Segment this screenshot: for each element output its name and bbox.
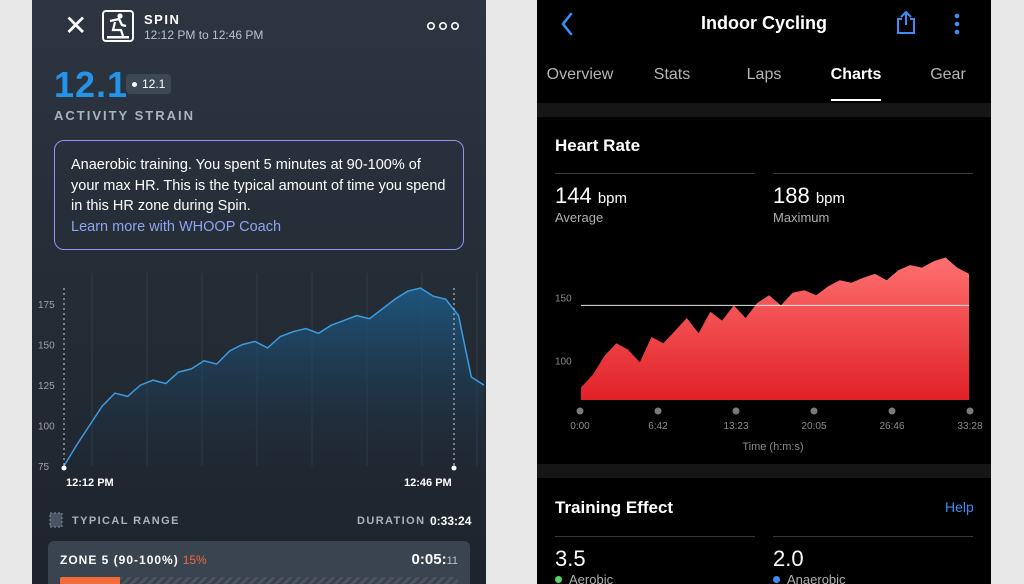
y-tick-label: 100 bbox=[555, 356, 572, 367]
garmin-screen: Indoor Cycling Overview Stats Laps Chart… bbox=[537, 0, 991, 584]
x-tick-dot bbox=[966, 407, 974, 415]
max-divider bbox=[773, 173, 973, 174]
y-tick-label: 150 bbox=[555, 293, 572, 304]
x-tick-dot bbox=[732, 407, 740, 415]
x-tick-label: 6:42 bbox=[648, 421, 668, 432]
training-effect-title: Training Effect bbox=[555, 498, 674, 517]
duration-value: 0:33:24 bbox=[430, 514, 472, 528]
max-hr-unit: bpm bbox=[815, 190, 846, 207]
typical-range-label: TYPICAL RANGE bbox=[72, 515, 180, 527]
avg-hr-unit: bpm bbox=[597, 190, 628, 207]
max-hr-label: Maximum bbox=[773, 210, 830, 225]
x-tick-label: 0:00 bbox=[570, 421, 590, 432]
active-tab-indicator bbox=[831, 99, 881, 101]
y-tick-label: 175 bbox=[38, 300, 55, 311]
divider bbox=[537, 464, 991, 478]
x-tick-label: 13:23 bbox=[723, 421, 748, 432]
hr-area bbox=[64, 288, 484, 466]
duration-label: DURATION bbox=[357, 515, 426, 527]
start-marker-dot bbox=[61, 465, 67, 471]
zone-label: ZONE 5 (90-100%) 15% bbox=[60, 553, 207, 567]
x-tick-dot bbox=[576, 407, 584, 415]
y-tick-label: 75 bbox=[38, 462, 50, 473]
bike-icon bbox=[102, 10, 134, 42]
zone-time-sub: 11 bbox=[446, 555, 458, 567]
x-tick-dot bbox=[810, 407, 818, 415]
heart-rate-area-chart: 150 100 0:00 6:42 13:23 20:05 26:46 33:28 Time (… bbox=[555, 257, 983, 453]
strain-label: ACTIVITY STRAIN bbox=[54, 108, 195, 123]
help-link[interactable]: Help bbox=[945, 499, 974, 515]
x-tick-label: 20:05 bbox=[801, 421, 826, 432]
typical-range-icon bbox=[49, 512, 63, 528]
x-axis-title: Time (h:m:s) bbox=[742, 441, 803, 453]
zone-name: ZONE 5 (90-100%) bbox=[60, 553, 179, 567]
strain-badge: 12.1 bbox=[126, 74, 172, 94]
tab-charts[interactable]: Charts bbox=[831, 66, 882, 84]
workout-title: SPIN bbox=[144, 12, 181, 27]
anaerobic-dot bbox=[773, 576, 780, 583]
strain-value: 12.1 bbox=[54, 64, 129, 105]
aerobic-divider bbox=[555, 536, 755, 537]
page-title: Indoor Cycling bbox=[701, 13, 827, 33]
zone-time: 0:05:11 bbox=[412, 551, 458, 568]
share-icon[interactable] bbox=[895, 10, 917, 36]
hr-area bbox=[581, 257, 969, 400]
x-tick-label: 33:28 bbox=[957, 421, 982, 432]
divider bbox=[537, 103, 991, 117]
avg-hr-label: Average bbox=[555, 210, 604, 225]
aerobic-label: Aerobic bbox=[569, 572, 614, 584]
y-tick-label: 125 bbox=[38, 381, 55, 392]
avg-hr-value: 144 bbox=[555, 183, 592, 208]
x-tick-dot bbox=[888, 407, 896, 415]
zone-percent: 15% bbox=[182, 553, 207, 567]
avg-hr: 144 bpm bbox=[555, 183, 627, 209]
zone-progress-fill bbox=[60, 577, 120, 584]
anaerobic-value: 2.0 bbox=[773, 546, 804, 571]
tab-overview[interactable]: Overview bbox=[547, 66, 614, 84]
tab-laps[interactable]: Laps bbox=[747, 66, 782, 84]
x-label-start: 12:12 PM bbox=[66, 477, 114, 489]
zone-card[interactable]: ZONE 5 (90-100%) 15% 0:05:11 bbox=[48, 541, 470, 584]
x-tick-label: 26:46 bbox=[879, 421, 904, 432]
close-icon[interactable]: ✕ bbox=[64, 12, 88, 40]
workout-time-range: 12:12 PM to 12:46 PM bbox=[144, 28, 264, 42]
y-tick-label: 100 bbox=[38, 422, 55, 433]
max-hr: 188 bpm bbox=[773, 183, 845, 209]
aerobic-value: 3.5 bbox=[555, 546, 586, 571]
zone-time-main: 0:05: bbox=[411, 551, 447, 568]
more-icon[interactable] bbox=[426, 18, 460, 34]
avg-divider bbox=[555, 173, 755, 174]
heart-rate-title: Heart Rate bbox=[555, 136, 641, 155]
x-tick-dot bbox=[654, 407, 662, 415]
anaerobic-divider bbox=[773, 536, 973, 537]
tab-stats[interactable]: Stats bbox=[654, 66, 690, 84]
kebab-menu-icon[interactable] bbox=[953, 12, 961, 36]
zone-progress-bar bbox=[60, 577, 458, 584]
max-hr-value: 188 bbox=[773, 183, 810, 208]
x-label-end: 12:46 PM bbox=[404, 477, 452, 489]
coach-link[interactable]: Learn more with WHOOP Coach bbox=[71, 217, 447, 238]
aerobic-dot bbox=[555, 576, 562, 583]
heart-rate-chart: 175 150 125 100 75 12:12 PM 12:46 PM bbox=[38, 273, 485, 489]
coach-message: Anaerobic training. You spent 5 minutes … bbox=[71, 157, 446, 214]
tab-gear[interactable]: Gear bbox=[930, 66, 966, 84]
y-tick-label: 150 bbox=[38, 341, 55, 352]
whoop-screen: ✕ SPIN 12:12 PM to 12:46 PM 12.1 12.1 AC… bbox=[32, 0, 486, 584]
coach-insight-card: Anaerobic training. You spent 5 minutes … bbox=[54, 140, 464, 250]
tab-bar: Overview Stats Laps Charts Gear bbox=[537, 62, 991, 102]
strain-badge-value: 12.1 bbox=[142, 77, 166, 91]
end-marker-dot bbox=[451, 465, 457, 471]
anaerobic-label: Anaerobic bbox=[787, 572, 846, 584]
